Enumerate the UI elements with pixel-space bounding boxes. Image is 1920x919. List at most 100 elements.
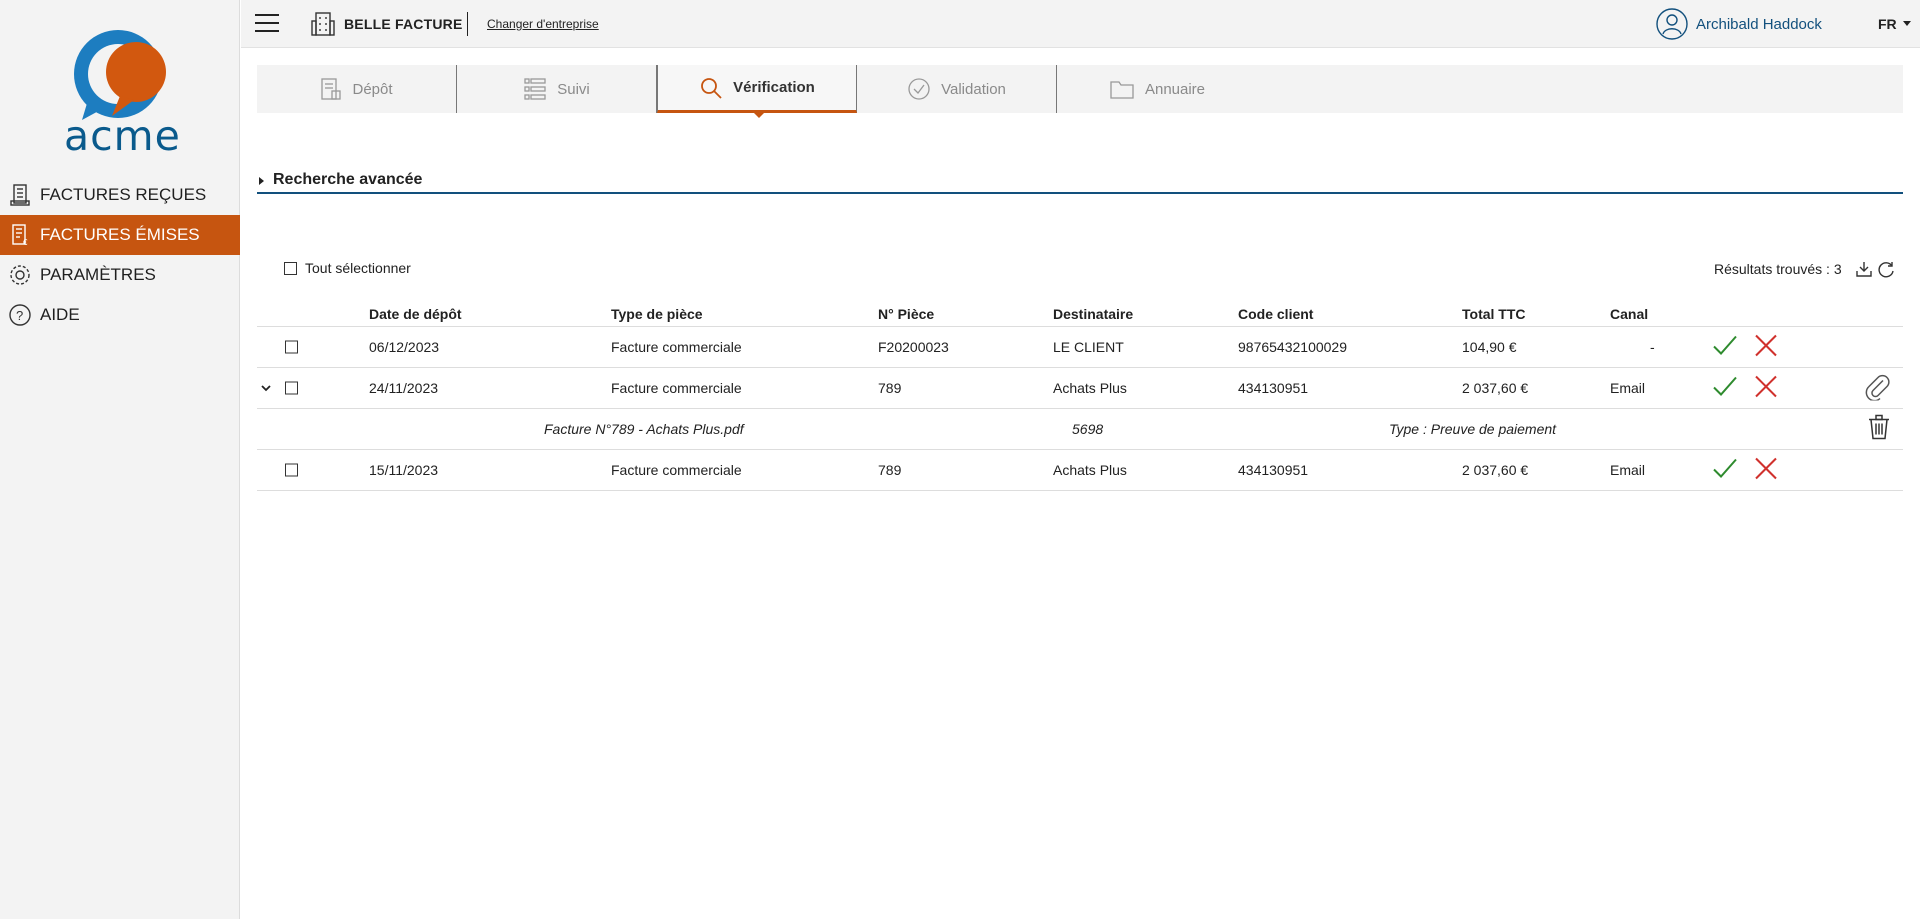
cell-code: 434130951 <box>1238 380 1309 396</box>
search-icon <box>699 76 723 100</box>
row-checkbox[interactable] <box>285 463 298 477</box>
header-code[interactable]: Code client <box>1238 306 1313 322</box>
select-all-label: Tout sélectionner <box>305 260 411 276</box>
attachment-type: Type : Preuve de paiement <box>1389 421 1557 437</box>
sidebar-item-help[interactable]: ? AIDE <box>0 295 240 335</box>
sidebar-item-settings[interactable]: PARAMÈTRES <box>0 255 240 295</box>
svg-text:€: € <box>23 238 28 247</box>
tab-depot[interactable]: Dépôt <box>257 65 457 113</box>
select-all-checkbox[interactable] <box>284 261 297 275</box>
cell-num: 789 <box>878 462 902 478</box>
attachment-filename[interactable]: Facture N°789 - Achats Plus.pdf <box>544 421 744 437</box>
sidebar-item-label: FACTURES REÇUES <box>40 185 207 204</box>
cell-code: 434130951 <box>1238 462 1309 478</box>
row-checkbox[interactable] <box>285 340 298 354</box>
sidebar-item-label: AIDE <box>40 305 80 324</box>
top-bar: BELLE FACTURE Changer d'entreprise Archi… <box>241 0 1920 48</box>
sidebar: acme FACTURES REÇUES € FACTURES ÉMISES P… <box>0 0 240 919</box>
approve-check-icon[interactable] <box>1712 335 1738 360</box>
cell-canal: Email <box>1610 380 1646 396</box>
cell-dest: Achats Plus <box>1053 462 1127 478</box>
cell-total: 2 037,60 € <box>1462 462 1529 478</box>
table-row[interactable]: 24/11/2023 Facture commerciale 789 Achat… <box>257 368 1903 409</box>
sidebar-item-label: PARAMÈTRES <box>40 265 156 284</box>
cell-canal: Email <box>1610 462 1646 478</box>
logo-text: acme <box>64 112 181 160</box>
advanced-search-toggle[interactable]: Recherche avancée <box>257 170 1903 194</box>
row-checkbox[interactable] <box>285 381 298 395</box>
document-icon <box>320 77 342 101</box>
paperclip-icon[interactable] <box>1865 373 1891 404</box>
sidebar-item-label: FACTURES ÉMISES <box>40 225 200 244</box>
cell-canal: - <box>1650 339 1655 355</box>
tab-label: Validation <box>941 80 1006 98</box>
cell-dest: LE CLIENT <box>1053 339 1124 355</box>
header-date[interactable]: Date de dépôt <box>369 306 462 322</box>
reject-cross-icon[interactable] <box>1754 375 1778 402</box>
tab-label: Suivi <box>557 80 590 98</box>
building-icon <box>311 11 335 42</box>
table-row[interactable]: 06/12/2023 Facture commerciale F20200023… <box>257 327 1903 368</box>
cell-num: 789 <box>878 380 902 396</box>
company-name: BELLE FACTURE <box>344 16 463 32</box>
header-dest[interactable]: Destinataire <box>1053 306 1133 322</box>
cell-type: Facture commerciale <box>611 339 742 355</box>
issued-invoices-icon: € <box>8 222 32 248</box>
tab-label: Vérification <box>733 79 815 96</box>
approve-check-icon[interactable] <box>1712 376 1738 401</box>
cell-date: 24/11/2023 <box>369 380 439 396</box>
download-icon[interactable] <box>1855 260 1873 283</box>
reject-cross-icon[interactable] <box>1754 334 1778 361</box>
cell-total: 2 037,60 € <box>1462 380 1529 396</box>
tab-label: Dépôt <box>352 80 393 98</box>
hamburger-menu-icon[interactable] <box>255 14 279 32</box>
invoices-table: Date de dépôt Type de pièce N° Pièce Des… <box>257 290 1903 491</box>
cell-num: F20200023 <box>878 339 949 355</box>
language-selector[interactable]: FR <box>1878 16 1897 32</box>
folder-icon <box>1109 78 1135 100</box>
gear-icon <box>8 262 32 288</box>
table-header: Date de dépôt Type de pièce N° Pièce Des… <box>257 290 1903 327</box>
chevron-down-icon[interactable] <box>260 381 272 395</box>
tab-validation[interactable]: Validation <box>857 65 1057 113</box>
results-count: Résultats trouvés : 3 <box>1714 261 1842 277</box>
tab-suivi[interactable]: Suivi <box>457 65 657 113</box>
cell-type: Facture commerciale <box>611 462 742 478</box>
received-invoices-icon <box>8 182 32 208</box>
tab-verification[interactable]: Vérification <box>657 65 857 118</box>
header-total[interactable]: Total TTC <box>1462 306 1526 322</box>
tab-label: Annuaire <box>1144 80 1206 98</box>
list-icon <box>523 77 547 101</box>
user-name[interactable]: Archibald Haddock <box>1696 16 1822 33</box>
sidebar-item-issued-invoices[interactable]: € FACTURES ÉMISES <box>0 215 240 255</box>
sidebar-nav: FACTURES REÇUES € FACTURES ÉMISES PARAMÈ… <box>0 175 240 335</box>
sidebar-item-received-invoices[interactable]: FACTURES REÇUES <box>0 175 240 215</box>
select-all[interactable]: Tout sélectionner <box>284 260 411 276</box>
header-type[interactable]: Type de pièce <box>611 306 703 322</box>
change-company-link[interactable]: Changer d'entreprise <box>487 17 599 31</box>
help-icon: ? <box>8 302 32 328</box>
tab-annuaire[interactable]: Annuaire <box>1057 65 1257 113</box>
refresh-icon[interactable] <box>1877 260 1895 283</box>
header-num[interactable]: N° Pièce <box>878 306 934 322</box>
tab-bar: Dépôt Suivi Vérification Validation Annu… <box>257 65 1903 118</box>
svg-text:?: ? <box>16 308 23 323</box>
cell-date: 06/12/2023 <box>369 339 440 355</box>
header-canal[interactable]: Canal <box>1610 306 1648 322</box>
trash-icon[interactable] <box>1867 414 1891 444</box>
cell-total: 104,90 € <box>1462 339 1517 355</box>
chevron-down-icon[interactable] <box>1903 21 1911 26</box>
advanced-search-label: Recherche avancée <box>273 171 423 188</box>
cell-code: 98765432100029 <box>1238 339 1348 355</box>
user-avatar-icon[interactable] <box>1656 8 1688 45</box>
attachment-row: Facture N°789 - Achats Plus.pdf 5698 Typ… <box>257 409 1903 450</box>
caret-right-icon <box>259 177 264 185</box>
reject-cross-icon[interactable] <box>1754 457 1778 484</box>
check-circle-icon <box>907 77 931 101</box>
cell-dest: Achats Plus <box>1053 380 1127 396</box>
approve-check-icon[interactable] <box>1712 458 1738 483</box>
table-row[interactable]: 15/11/2023 Facture commerciale 789 Achat… <box>257 450 1903 491</box>
attachment-number: 5698 <box>1072 421 1104 437</box>
cell-date: 15/11/2023 <box>369 462 439 478</box>
cell-type: Facture commerciale <box>611 380 742 396</box>
